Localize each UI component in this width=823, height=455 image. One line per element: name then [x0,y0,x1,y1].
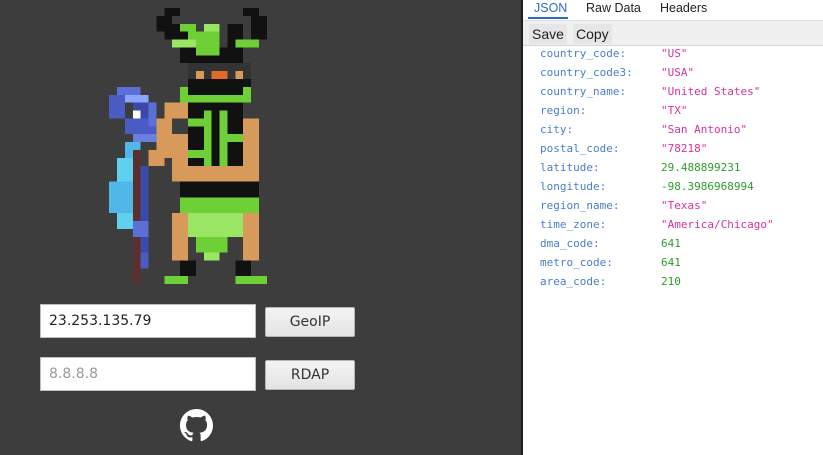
json-key: country_code3: [540,66,633,79]
tab-raw-data[interactable]: Raw Data [586,0,641,19]
geoip-button[interactable]: GeoIP [265,307,355,337]
json-tree: country_code: "US" country_code3: "USA" coun… [523,47,823,294]
rdap-button[interactable]: RDAP [265,360,355,390]
json-value[interactable]: "United States" [661,85,760,99]
json-row: postal_code: "78218" [523,142,823,161]
github-icon[interactable] [180,409,213,442]
json-row: country_name: "United States" [523,85,823,104]
json-key: longitude: [540,180,607,193]
rdap-query-input[interactable] [40,357,256,391]
json-row: longitude: -98.3986968994 [523,180,823,199]
copy-button[interactable]: Copy [573,24,612,44]
json-key: postal_code: [540,142,620,155]
json-row: time_zone: "America/Chicago" [523,218,823,237]
json-viewer-panel: JSON Raw Data Headers Save Copy country_… [523,0,823,455]
json-toolbar: Save Copy [523,20,823,46]
json-key: metro_code: [540,256,613,269]
json-row: city: "San Antonio" [523,123,823,142]
json-row: metro_code: 641 [523,256,823,275]
json-key: area_code: [540,275,607,288]
json-row: latitude: 29.488899231 [523,161,823,180]
json-row: region: "TX" [523,104,823,123]
json-value[interactable]: -98.3986968994 [661,180,754,194]
json-value[interactable]: 210 [661,275,681,289]
json-value[interactable]: "Texas" [661,199,707,213]
json-key: time_zone: [540,218,607,231]
json-key: country_code: [540,47,627,60]
json-row: area_code: 210 [523,275,823,294]
json-key: country_name: [540,85,627,98]
json-row: dma_code: 641 [523,237,823,256]
json-row: country_code3: "USA" [523,66,823,85]
json-key: region_name: [540,199,620,212]
json-value[interactable]: "TX" [661,104,688,118]
tab-json[interactable]: JSON [528,0,568,19]
json-value[interactable]: "USA" [661,66,694,80]
json-value[interactable]: "America/Chicago" [661,218,774,232]
save-button[interactable]: Save [529,24,567,44]
json-value[interactable]: "San Antonio" [661,123,747,137]
json-key: city: [540,123,574,136]
json-key: latitude: [540,161,600,174]
json-value[interactable]: 641 [661,256,681,270]
json-row: region_name: "Texas" [523,199,823,218]
lookup-panel: GeoIP RDAP [0,0,521,455]
tab-headers[interactable]: Headers [660,0,707,19]
json-key: region: [540,104,587,117]
json-value[interactable]: 29.488899231 [661,161,740,175]
json-value[interactable]: 641 [661,237,681,251]
json-value[interactable]: "US" [661,47,688,61]
viewer-tabs: JSON Raw Data Headers [523,0,823,20]
json-value[interactable]: "78218" [661,142,707,156]
json-row: country_code: "US" [523,47,823,66]
mascot-pixel-art [109,8,267,285]
ip-address-input[interactable] [40,304,256,338]
json-key: dma_code: [540,237,600,250]
